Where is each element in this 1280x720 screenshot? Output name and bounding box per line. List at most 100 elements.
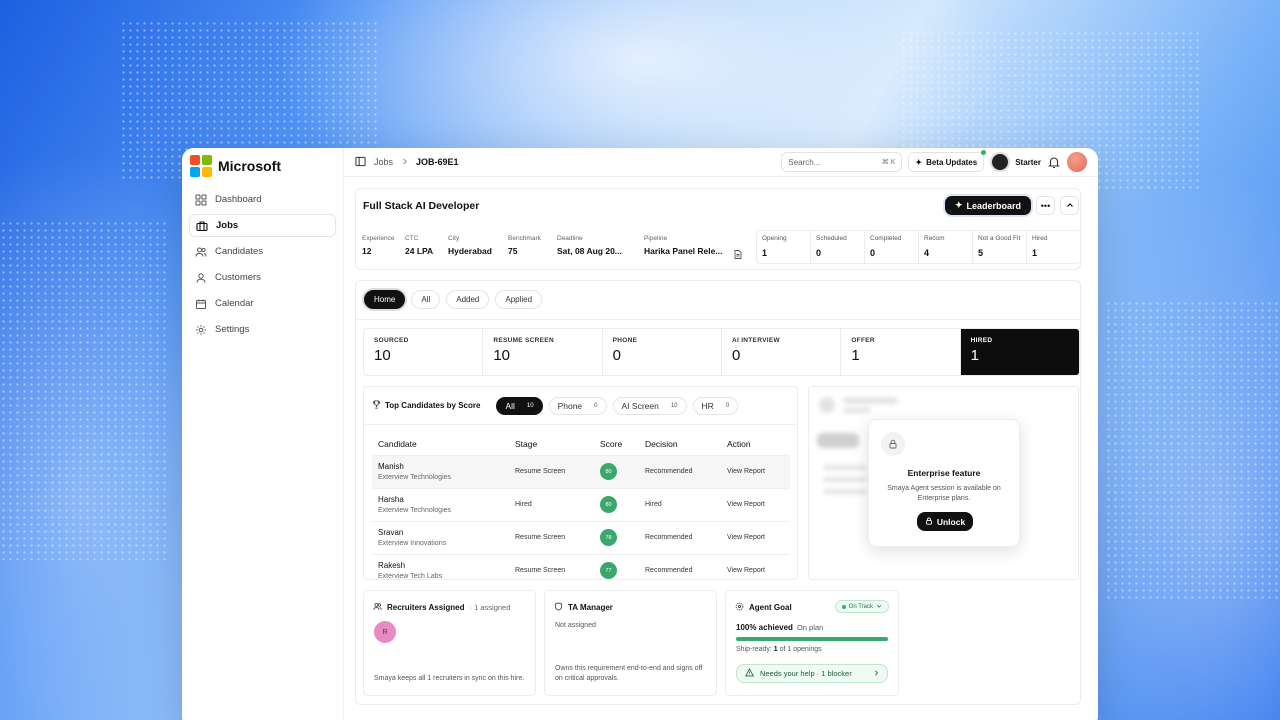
search-input[interactable]: Search... ⌘ K [781,152,903,172]
table-row[interactable]: Harsha Exterview Technologies Hired 80 Hi… [372,488,790,522]
stat-label: Recom [924,235,945,242]
ship-suffix: of 1 openings [777,646,822,653]
recruiters-header: Recruiters Assigned · 1 assigned [373,602,510,613]
stage-label: OFFER [851,337,875,344]
table-row[interactable]: Manish Exterview Technologies Resume Scre… [372,455,790,489]
sidebar-item-dashboard[interactable]: Dashboard [189,188,336,211]
meta-label: Benchmark [508,235,541,242]
view-report-link[interactable]: View Report [721,488,790,522]
trophy-icon [372,400,381,411]
tab-count: 10 [670,402,678,409]
meta-value: Harika Panel Rele... [644,246,723,256]
table-row[interactable]: Rakesh Exterview Tech Labs Resume Screen … [372,554,790,579]
beta-updates-button[interactable]: ✦ Beta Updates [908,150,987,172]
sidebar-item-label: Jobs [216,220,239,231]
candidate-stage: Resume Screen [509,554,594,579]
tab-added[interactable]: Added [446,290,490,309]
lock-icon [881,432,905,456]
leaderboard-label: Leaderboard [966,200,1022,211]
stage-value: 0 [731,347,741,364]
tab-applied[interactable]: Applied [495,290,543,309]
on-track-dropdown[interactable]: On Track [834,600,889,613]
tab-all[interactable]: All [411,290,441,309]
unlock-button[interactable]: Unlock [917,512,973,531]
candidate-tab-all[interactable]: All 10 [496,396,543,415]
top-candidates-title-text: Top Candidates by Score [385,401,481,410]
meta-value: 75 [508,246,518,256]
sidebar-item-settings[interactable]: Settings [189,318,336,341]
briefcase-icon [196,220,208,232]
divider [356,319,1080,320]
candidate-tab-hr[interactable]: HR 0 [692,396,739,415]
candidate-cell: Sravan Exterview Innovations [372,521,509,555]
candidate-cell: Rakesh Exterview Tech Labs [372,554,509,579]
sidebar-item-calendar[interactable]: Calendar [189,292,336,315]
stage-sourced[interactable]: SOURCED 10 [364,329,484,375]
meta-benchmark: Benchmark 75 [502,229,551,263]
candidate-cell: Harsha Exterview Technologies [372,488,509,522]
more-options-button[interactable]: ••• [1036,196,1055,215]
search-shortcut: ⌘ K [881,159,896,166]
breadcrumb-jobs[interactable]: Jobs [374,157,393,167]
top-candidates-panel: Top Candidates by Score All 10 Phone 0 AI … [363,386,798,580]
score-cell: 78 [594,521,639,555]
meta-city: City Hyderabad [442,229,502,263]
ta-manager-card: TA Manager Not assigned Owns this requir… [544,590,717,696]
view-report-link[interactable]: View Report [721,554,790,579]
sidebar-item-candidates[interactable]: Candidates [189,240,336,263]
leaderboard-button[interactable]: ✦ Leaderboard [945,196,1031,215]
stat-completed: Completed 0 [865,231,919,263]
stage-resume-screen[interactable]: RESUME SCREEN 10 [483,329,603,375]
candidate-tab-phone[interactable]: Phone 0 [548,396,607,415]
notification-dot [981,150,987,155]
needs-help-button[interactable]: Needs your help · 1 blocker [736,664,888,683]
stat-opening: Opening 1 [757,231,811,263]
stage-hired[interactable]: HIRED 1 [960,329,1079,375]
stage-value: 1 [851,347,860,364]
sidebar-toggle-icon[interactable] [355,156,366,169]
agent-goal-title: Agent Goal [749,603,792,612]
tab-count: 0 [725,402,730,409]
bell-icon[interactable] [1047,155,1061,169]
breadcrumb: Jobs JOB-69E1 [355,156,459,169]
candidate-tab-ai-screen[interactable]: AI Screen 10 [612,396,687,415]
view-report-link[interactable]: View Report [721,455,790,489]
breadcrumb-current: JOB-69E1 [416,157,459,167]
candidate-stage: Resume Screen [509,521,594,555]
table-row[interactable]: Sravan Exterview Innovations Resume Scree… [372,521,790,555]
sidebar-item-label: Candidates [215,246,264,257]
collapse-button[interactable] [1060,196,1079,215]
agent-session-panel: Enterprise feature Smaya Agent session i… [808,386,1079,580]
chevron-down-icon [876,603,882,611]
document-icon[interactable] [734,246,742,264]
column-header: Score [594,433,639,456]
plan-badge[interactable]: Starter [990,152,1041,172]
pipeline-panel: Home All Added Applied SOURCED 10 RESUME … [355,280,1081,705]
view-report-link[interactable]: View Report [721,521,790,555]
goal-progress-bar [736,637,888,641]
achievement-text: 100% achieved On plan [736,623,823,632]
stage-label: PHONE [612,337,638,344]
agent-goal-card: Agent Goal On Track 100% achieved On plan… [725,590,899,696]
meta-label: Pipeline [644,235,668,242]
sidebar-item-customers[interactable]: Customers [189,266,336,289]
users-icon [195,246,207,258]
user-avatar[interactable] [1067,152,1087,172]
enterprise-upsell-card: Enterprise feature Smaya Agent session i… [868,419,1020,547]
candidate-cell: Manish Exterview Technologies [372,455,509,489]
job-title: Full Stack AI Developer [363,200,480,212]
meta-value: Sat, 08 Aug 20... [557,246,622,256]
sparkle-icon: ✦ [954,200,963,210]
stage-ai-interview[interactable]: AI INTERVIEW 0 [722,329,842,375]
recruiter-avatar[interactable]: R [374,621,396,643]
recruiters-count: · 1 assigned [469,603,511,612]
background-dots [1105,300,1280,600]
candidate-decision: Recommended [639,455,721,489]
stage-offer[interactable]: OFFER 1 [841,329,961,375]
sparkle-icon: ✦ [915,157,923,167]
meta-label: City [448,235,460,242]
stage-phone[interactable]: PHONE 0 [603,329,722,375]
tab-home[interactable]: Home [364,290,406,309]
tab-count: 10 [526,402,534,409]
sidebar-item-jobs[interactable]: Jobs [189,214,336,237]
